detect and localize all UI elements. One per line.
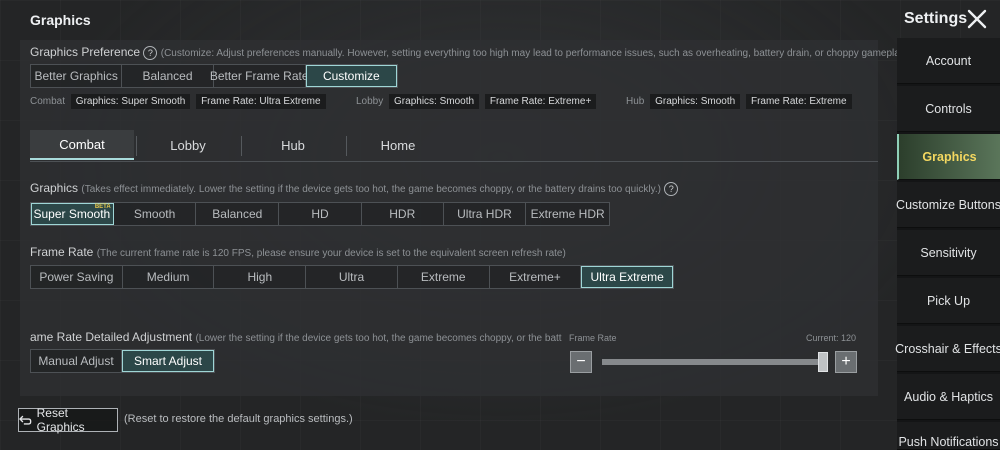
- frame-rate-slider[interactable]: [602, 359, 824, 365]
- frame-rate-option-extreme-plus[interactable]: Extreme+: [490, 266, 582, 288]
- preference-hint: (Customize: Adjust preferences manually.…: [160, 48, 911, 59]
- question-icon[interactable]: ?: [143, 45, 158, 60]
- frame-rate-selector: Power Saving Medium High Ultra Extreme E…: [30, 265, 674, 289]
- adjust-option-manual[interactable]: Manual Adjust: [31, 350, 123, 372]
- sidebar-item-graphics[interactable]: Graphics: [897, 134, 1000, 180]
- preference-selector: Better Graphics Balanced Better Frame Ra…: [30, 64, 398, 88]
- frame-rate-hint: (The current frame rate is 120 FPS, plea…: [96, 248, 566, 259]
- frame-rate-option-power-saving[interactable]: Power Saving: [31, 266, 123, 288]
- summary-hub-frame-rate: Frame Rate: Extreme: [745, 94, 852, 109]
- graphics-option-ultra-hdr[interactable]: Ultra HDR: [444, 203, 527, 225]
- settings-title: Settings: [904, 10, 968, 27]
- detailed-hint: (Lower the setting if the device gets to…: [195, 333, 562, 344]
- frame-rate-header: Frame Rate (The current frame rate is 12…: [30, 245, 566, 259]
- decrease-button[interactable]: −: [570, 351, 592, 373]
- preference-option-customize[interactable]: Customize: [305, 65, 397, 87]
- preference-label: Graphics Preference: [30, 45, 141, 59]
- tabs-divider: [30, 161, 878, 162]
- sidebar-item-push-notifications[interactable]: Push Notifications: [897, 422, 1000, 450]
- reset-graphics-button[interactable]: Reset Graphics: [18, 406, 118, 434]
- tab-lobby[interactable]: Lobby: [136, 130, 240, 160]
- close-button[interactable]: [966, 8, 988, 30]
- summary-lobby-graphics: Graphics: Smooth: [389, 94, 480, 109]
- adjust-mode-selector: Manual Adjust Smart Adjust: [30, 349, 215, 373]
- sidebar-item-sensitivity[interactable]: Sensitivity: [897, 230, 1000, 276]
- graphics-hint: (Takes effect immediately. Lower the set…: [81, 184, 661, 195]
- preference-option-better-graphics[interactable]: Better Graphics: [31, 65, 123, 87]
- slider-label: Frame Rate: [569, 333, 617, 343]
- current-frame-rate: Current: 120: [805, 333, 856, 343]
- summary-lobby-label: Lobby: [356, 96, 384, 107]
- close-icon: [967, 9, 987, 29]
- summary-hub-label: Hub: [626, 96, 645, 107]
- detailed-header: ame Rate Detailed Adjustment (Lower the …: [30, 330, 562, 344]
- summary-hub-graphics: Graphics: Smooth: [650, 94, 741, 109]
- graphics-option-balanced[interactable]: Balanced: [196, 203, 280, 225]
- sidebar-item-audio-haptics[interactable]: Audio & Haptics: [897, 374, 1000, 420]
- tab-hub[interactable]: Hub: [241, 130, 345, 160]
- sidebar-item-pick-up[interactable]: Pick Up: [897, 278, 1000, 324]
- frame-rate-label: Frame Rate: [30, 245, 94, 259]
- reset-graphics-label: Reset Graphics: [36, 406, 85, 434]
- summary-lobby-frame-rate: Frame Rate: Extreme+: [484, 94, 597, 109]
- sidebar-item-account[interactable]: Account: [897, 38, 1000, 84]
- tab-home[interactable]: Home: [346, 130, 450, 160]
- frame-rate-option-extreme[interactable]: Extreme: [398, 266, 490, 288]
- frame-rate-option-ultra[interactable]: Ultra: [306, 266, 398, 288]
- graphics-header: Graphics (Takes effect immediately. Lowe…: [30, 181, 679, 196]
- increase-button[interactable]: +: [835, 351, 857, 373]
- summary-combat: Combat Graphics: Super Smooth Frame Rate…: [30, 94, 326, 109]
- summary-lobby: Lobby Graphics: Smooth Frame Rate: Extre…: [356, 94, 597, 109]
- graphics-option-hdr[interactable]: HDR: [362, 203, 444, 225]
- sidebar-item-customize-buttons[interactable]: Customize Buttons: [896, 182, 1000, 228]
- frame-rate-option-high[interactable]: High: [214, 266, 307, 288]
- reset-note: (Reset to restore the default graphics s…: [124, 413, 353, 425]
- page-title: Graphics: [30, 12, 91, 28]
- reset-arrow-icon: [19, 415, 32, 425]
- frame-rate-option-ultra-extreme[interactable]: Ultra Extreme: [581, 266, 674, 288]
- sidebar-item-controls[interactable]: Controls: [897, 86, 1000, 132]
- summary-hub: Hub Graphics: Smooth Frame Rate: Extreme: [626, 94, 852, 109]
- preference-option-better-frame-rate[interactable]: Better Frame Rate: [210, 65, 309, 87]
- detailed-label: ame Rate Detailed Adjustment: [30, 330, 193, 344]
- slider-handle[interactable]: [818, 352, 828, 372]
- preference-header: Graphics Preference ? (Customize: Adjust…: [30, 45, 910, 60]
- sidebar-item-crosshair-effects[interactable]: Crosshair & Effects: [895, 326, 1000, 372]
- adjust-option-smart[interactable]: Smart Adjust: [122, 350, 214, 372]
- graphics-option-super-smooth[interactable]: Super Smooth BETA: [31, 203, 114, 225]
- mode-tabs: Combat Lobby Hub Home: [30, 130, 880, 162]
- graphics-option-hd[interactable]: HD: [279, 203, 362, 225]
- graphics-option-extreme-hdr[interactable]: Extreme HDR: [526, 203, 609, 225]
- summary-combat-label: Combat: [30, 96, 66, 107]
- frame-rate-option-medium[interactable]: Medium: [123, 266, 215, 288]
- preference-option-balanced[interactable]: Balanced: [122, 65, 214, 87]
- question-icon[interactable]: ?: [664, 181, 679, 196]
- summary-combat-graphics: Graphics: Super Smooth: [70, 94, 191, 109]
- tab-combat[interactable]: Combat: [30, 130, 134, 160]
- graphics-selector: Super Smooth BETA Smooth Balanced HD HDR…: [30, 202, 610, 226]
- graphics-option-smooth[interactable]: Smooth: [114, 203, 197, 225]
- summary-combat-frame-rate: Frame Rate: Ultra Extreme: [196, 94, 326, 109]
- beta-badge: BETA: [94, 204, 111, 210]
- graphics-label: Graphics: [30, 181, 79, 195]
